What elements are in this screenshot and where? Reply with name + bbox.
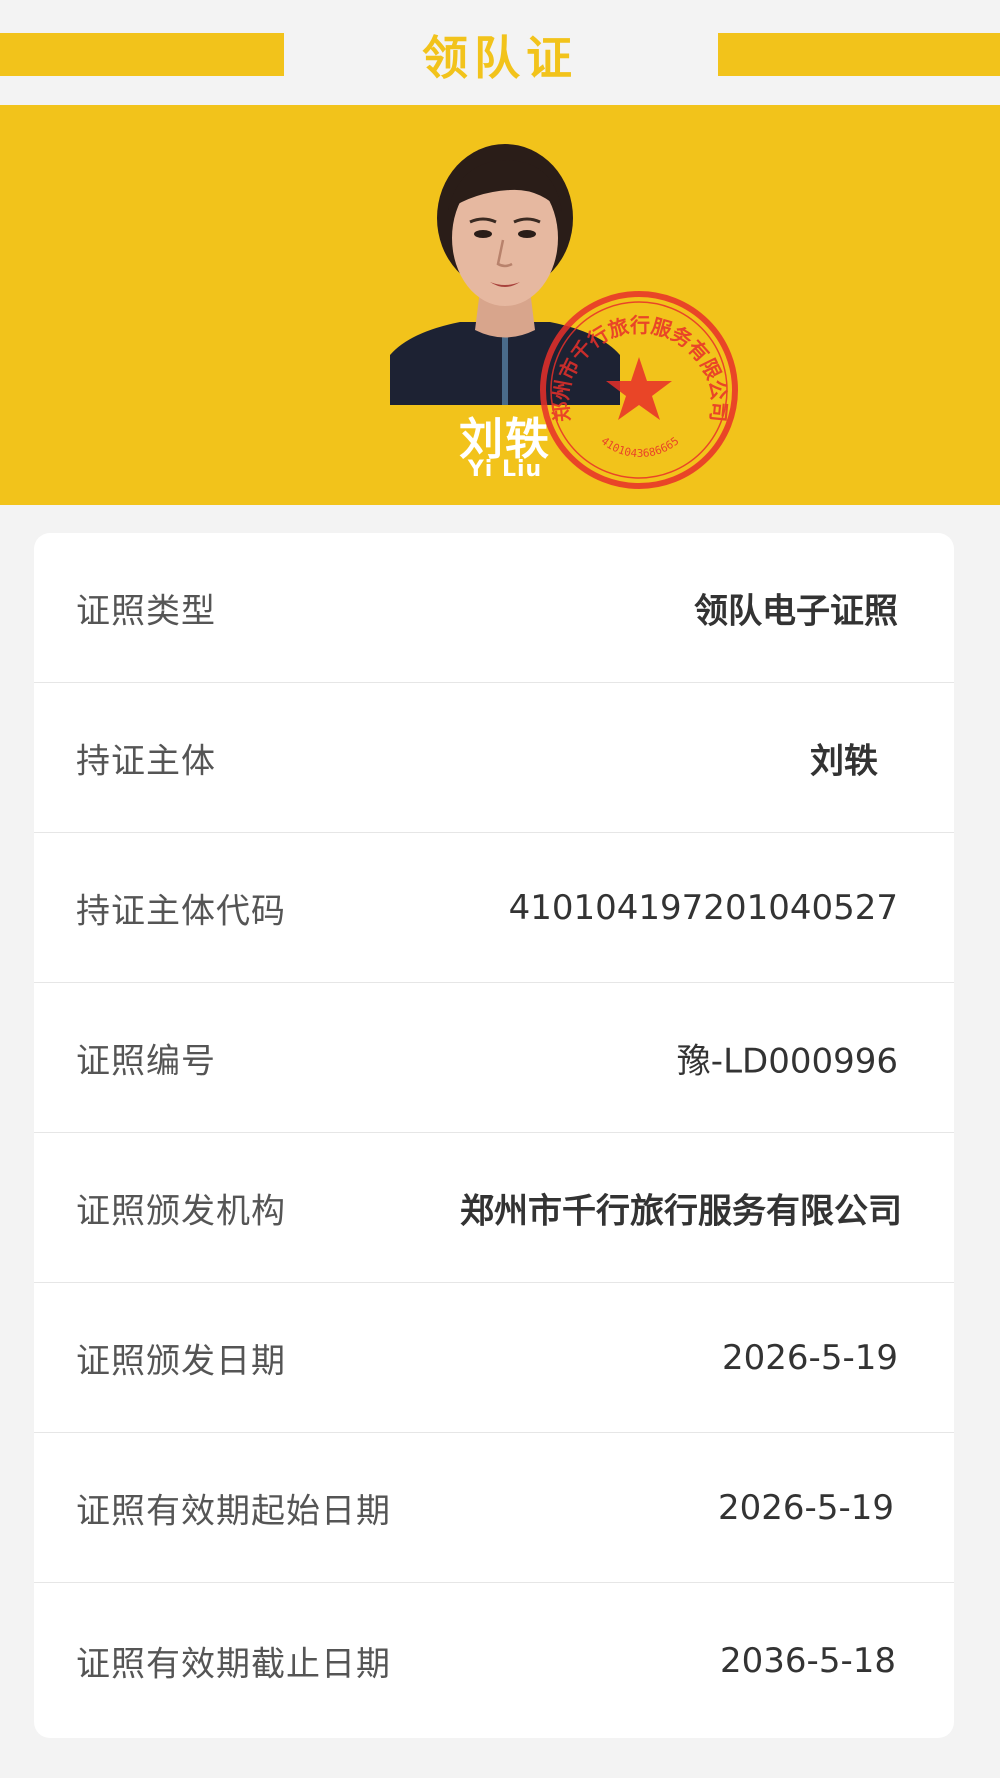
issuing-authority-value: 郑州市千行旅行服务有限公司: [460, 1191, 902, 1231]
title-stripe-left: [0, 33, 284, 76]
svg-text:4101043686665: 4101043686665: [599, 434, 682, 460]
title-stripe-right: [718, 33, 1000, 76]
license-type-value: 领队电子证照: [694, 591, 898, 631]
row-holder-code: 持证主体代码 410104197201040527: [34, 833, 954, 983]
row-license-type: 证照类型 领队电子证照: [34, 533, 954, 683]
title-bar: 领队证: [0, 0, 1000, 105]
valid-from-value: 2026-5-19: [718, 1487, 894, 1528]
seal-code: 4101043686665: [599, 434, 682, 460]
license-number-label: 证照编号: [76, 1041, 216, 1081]
row-holder: 持证主体 刘轶: [34, 683, 954, 833]
holder-label: 持证主体: [76, 741, 216, 781]
valid-until-label: 证照有效期截止日期: [76, 1644, 391, 1684]
holder-code-value: 410104197201040527: [508, 887, 898, 928]
issue-date-label: 证照颁发日期: [76, 1341, 286, 1381]
issuing-authority-label: 证照颁发机构: [76, 1191, 286, 1231]
row-license-number: 证照编号 豫-LD000996: [34, 983, 954, 1133]
license-info-card: 证照类型 领队电子证照 持证主体 刘轶 持证主体代码 4101041972010…: [34, 533, 954, 1738]
issue-date-value: 2026-5-19: [722, 1337, 898, 1378]
row-issuing-authority: 证照颁发机构 郑州市千行旅行服务有限公司: [34, 1133, 954, 1283]
official-seal-icon: 郑州市千行旅行服务有限公司 4101043686665: [540, 291, 738, 489]
valid-from-label: 证照有效期起始日期: [76, 1491, 391, 1531]
row-valid-until: 证照有效期截止日期 2036-5-18: [34, 1583, 954, 1738]
license-number-value: 豫-LD000996: [676, 1041, 898, 1081]
row-valid-from: 证照有效期起始日期 2026-5-19: [34, 1433, 954, 1583]
holder-code-label: 持证主体代码: [76, 891, 286, 931]
holder-hero: 刘轶 Yi Liu 郑州市千行旅行服务有限公司 4101043686665: [0, 105, 1000, 505]
holder-value: 刘轶: [810, 741, 878, 781]
page-title: 领队证: [422, 31, 578, 85]
row-issue-date: 证照颁发日期 2026-5-19: [34, 1283, 954, 1433]
valid-until-value: 2036-5-18: [720, 1640, 896, 1681]
license-type-label: 证照类型: [76, 591, 216, 631]
